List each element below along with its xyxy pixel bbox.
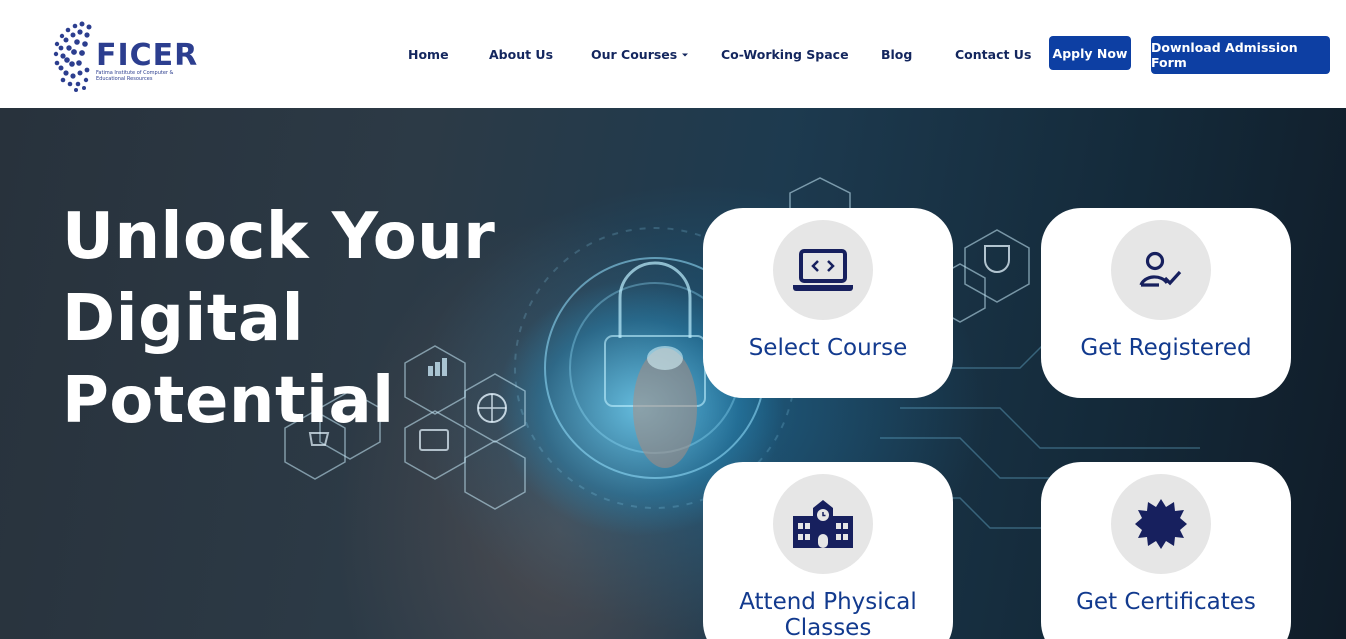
nav-our-courses-label: Our Courses <box>591 47 678 62</box>
logo-wordmark: FICER <box>96 38 199 73</box>
step-label: Select Course <box>748 335 908 361</box>
step-icon-circle <box>1111 220 1211 320</box>
step-icon-circle <box>1111 474 1211 574</box>
step-icon-circle <box>773 474 873 574</box>
nav-home[interactable]: Home <box>408 47 449 62</box>
step-card-select-course[interactable]: Select Course <box>703 208 953 398</box>
step-card-attend-physical-classes[interactable]: Attend Physical Classes <box>703 462 953 639</box>
download-admission-form-button[interactable]: Download Admission Form <box>1151 36 1330 74</box>
nav-contact-us[interactable]: Contact Us <box>955 47 1031 62</box>
school-building-icon <box>793 500 853 548</box>
nav-about-us[interactable]: About Us <box>489 47 553 62</box>
step-label: Attend Physical Classes <box>739 589 917 639</box>
step-card-get-certificates[interactable]: Get Certificates <box>1041 462 1291 639</box>
apply-now-button[interactable]: Apply Now <box>1049 36 1131 70</box>
hero-title: Unlock Your Digital Potential <box>62 196 532 442</box>
hero-title-line-1: Unlock Your <box>62 200 496 274</box>
site-logo[interactable]: FICER Fatima Institute of Computer & Edu… <box>52 18 197 94</box>
logo-globe-icon <box>53 21 92 92</box>
nav-blog[interactable]: Blog <box>881 47 912 62</box>
laptop-code-icon <box>793 249 853 291</box>
hero-title-line-2: Digital <box>62 282 305 356</box>
site-header: FICER Fatima Institute of Computer & Edu… <box>0 0 1346 108</box>
nav-co-working-space[interactable]: Co-Working Space <box>721 47 849 62</box>
certificate-badge-icon <box>1135 499 1187 549</box>
step-label: Get Certificates <box>1076 589 1256 615</box>
hero-title-line-3: Potential <box>62 364 395 438</box>
nav-our-courses[interactable]: Our Courses <box>591 47 689 62</box>
caret-down-icon <box>682 53 689 56</box>
hero-section: Unlock Your Digital Potential Select Cou… <box>0 108 1346 639</box>
logo-tagline: Fatima Institute of Computer & Education… <box>96 70 174 82</box>
step-card-get-registered[interactable]: Get Registered <box>1041 208 1291 398</box>
step-label: Get Registered <box>1080 335 1252 361</box>
step-icon-circle <box>773 220 873 320</box>
user-check-icon <box>1139 251 1182 287</box>
